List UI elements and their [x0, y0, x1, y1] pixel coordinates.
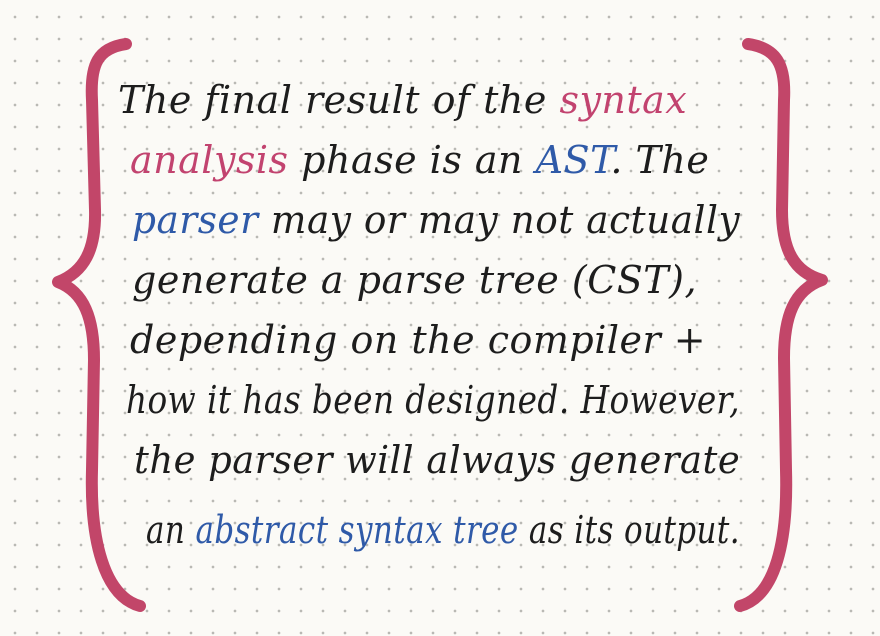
text-segment: may or may not actually — [258, 198, 741, 242]
text-segment: how it has been designed. However, — [126, 378, 741, 422]
highlight-term-ast: AST — [535, 138, 611, 182]
text-segment: depending on the compiler + — [130, 318, 707, 362]
text-line-7: the parser will always generate — [134, 438, 740, 482]
text-line-3: parser may or may not actually — [132, 198, 740, 242]
highlight-term-abstract-syntax-tree: abstract syntax tree — [195, 508, 519, 552]
highlight-term-syntax: syntax — [559, 78, 688, 122]
highlight-term-parser: parser — [132, 198, 259, 242]
text-segment: The final result of the — [118, 78, 560, 122]
text-line-6: how it has been designed. However, — [126, 378, 740, 422]
note-page: The final result of the syntax analysis … — [0, 0, 880, 636]
text-segment: an — [146, 508, 196, 552]
text-line-1: The final result of the syntax — [118, 78, 687, 122]
text-line-4: generate a parse tree (CST), — [132, 258, 697, 302]
left-curly-brace — [52, 38, 146, 612]
text-segment: phase is an — [288, 138, 536, 182]
text-line-2: analysis phase is an AST. The — [130, 138, 709, 182]
right-curly-brace — [734, 38, 828, 612]
text-segment: generate a parse tree (CST), — [132, 258, 698, 302]
text-line-5: depending on the compiler + — [130, 318, 706, 362]
text-line-8: an abstract syntax tree as its output. — [146, 508, 740, 552]
text-segment: . The — [610, 138, 710, 182]
text-segment: the parser will always generate — [134, 438, 741, 482]
text-segment: as its output. — [518, 508, 740, 552]
highlight-term-analysis: analysis — [130, 138, 289, 182]
